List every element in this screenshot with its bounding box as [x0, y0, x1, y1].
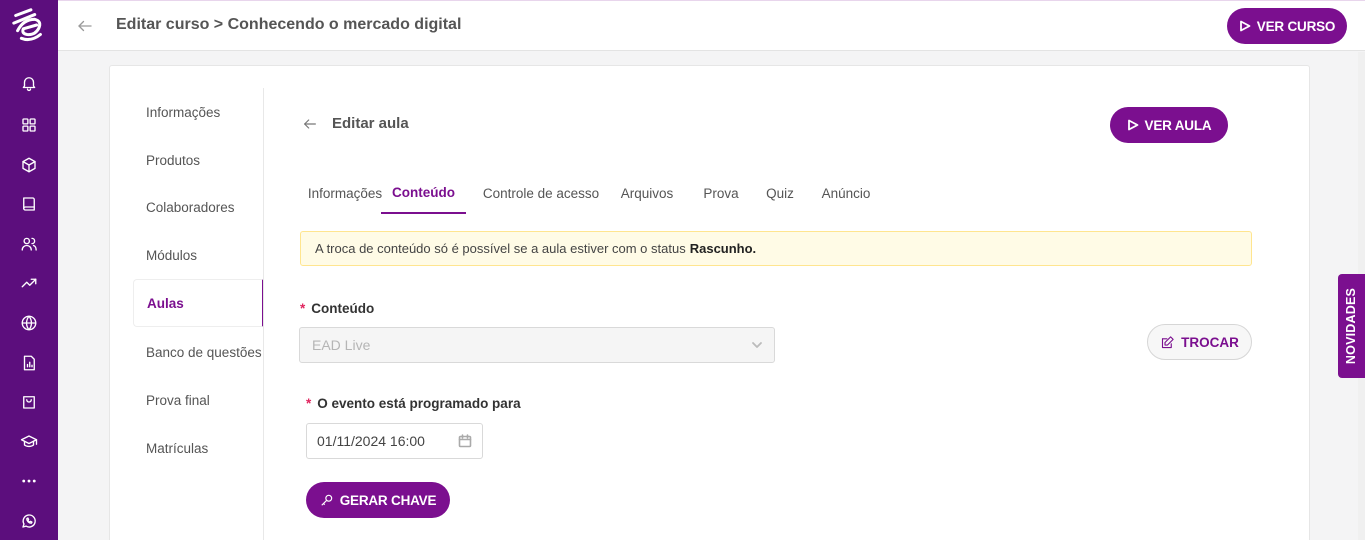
event-label: * O evento está programado para: [306, 396, 521, 411]
tab-conteudo[interactable]: Conteúdo: [381, 172, 466, 214]
whatsapp-icon[interactable]: [17, 509, 41, 533]
play-icon: [1239, 20, 1251, 32]
book-icon[interactable]: [17, 192, 41, 216]
gerar-chave-button[interactable]: GERAR CHAVE: [306, 482, 450, 518]
alert-text: A troca de conteúdo só é possível se a a…: [315, 241, 686, 256]
content-label: * Conteúdo: [300, 301, 375, 316]
shopping-bag-icon[interactable]: [17, 390, 41, 414]
globe-icon[interactable]: [17, 311, 41, 335]
ver-aula-label: VER AULA: [1144, 117, 1212, 133]
trending-up-icon[interactable]: [17, 271, 41, 295]
top-bar: Editar curso > Conhecendo o mercado digi…: [58, 0, 1365, 51]
nav-divider: [263, 88, 264, 540]
chevron-down-icon: [750, 338, 764, 352]
calendar-icon: [458, 434, 472, 448]
tab-controle-de-acesso[interactable]: Controle de acesso: [479, 172, 603, 214]
edit-icon: [1162, 335, 1174, 348]
report-icon[interactable]: [17, 351, 41, 375]
course-nav-item-informacoes[interactable]: Informações: [133, 88, 264, 136]
tab-informacoes[interactable]: Informações: [296, 172, 394, 214]
required-mark: *: [300, 301, 306, 316]
app-rail: [0, 0, 58, 540]
event-date-value: 01/11/2024 16:00: [317, 433, 425, 449]
page-title: Editar curso > Conhecendo o mercado digi…: [116, 16, 462, 33]
logo-icon[interactable]: [8, 4, 50, 46]
course-nav-item-prova-final[interactable]: Prova final: [133, 376, 264, 424]
ver-aula-button[interactable]: VER AULA: [1110, 107, 1228, 143]
tab-quiz[interactable]: Quiz: [755, 172, 805, 214]
grid-icon[interactable]: [17, 113, 41, 137]
course-nav-item-modulos[interactable]: Módulos: [133, 231, 264, 279]
edit-course-card: Informações Produtos Colaboradores Módul…: [109, 65, 1310, 540]
users-icon[interactable]: [17, 232, 41, 256]
novidades-tab[interactable]: NOVIDADES: [1338, 274, 1365, 378]
alert-status: Rascunho.: [689, 241, 757, 256]
tab-prova[interactable]: Prova: [695, 172, 747, 214]
ver-curso-label: VER CURSO: [1256, 18, 1336, 34]
trocar-button[interactable]: TROCAR: [1147, 324, 1252, 360]
course-nav-item-produtos[interactable]: Produtos: [133, 136, 264, 184]
box-icon[interactable]: [17, 153, 41, 177]
graduation-cap-icon[interactable]: [17, 430, 41, 454]
bell-icon[interactable]: [17, 71, 41, 95]
play-icon: [1127, 119, 1138, 131]
tab-anuncio[interactable]: Anúncio: [812, 172, 880, 214]
status-alert: A troca de conteúdo só é possível se a a…: [300, 231, 1252, 266]
key-icon: [321, 494, 332, 506]
lesson-title: Editar aula: [332, 115, 409, 132]
novidades-label: NOVIDADES: [1344, 287, 1359, 365]
course-nav-item-aulas[interactable]: Aulas: [133, 279, 264, 327]
event-date-input[interactable]: 01/11/2024 16:00: [306, 423, 483, 459]
back-arrow-icon[interactable]: [74, 15, 96, 37]
content-select[interactable]: EAD Live: [299, 327, 775, 363]
course-nav-item-colaboradores[interactable]: Colaboradores: [133, 183, 264, 231]
tab-arquivos[interactable]: Arquivos: [614, 172, 680, 214]
trocar-label: TROCAR: [1181, 334, 1239, 350]
content-select-value: EAD Live: [312, 337, 371, 353]
back-arrow-icon[interactable]: [302, 116, 318, 132]
course-nav-item-matriculas[interactable]: Matrículas: [133, 424, 264, 472]
required-mark: *: [306, 396, 312, 411]
ver-curso-button[interactable]: VER CURSO: [1227, 8, 1347, 44]
course-nav-item-banco-de-questoes[interactable]: Banco de questões: [133, 328, 264, 376]
gerar-chave-label: GERAR CHAVE: [339, 492, 437, 508]
lesson-header: Editar aula: [302, 115, 409, 132]
more-icon[interactable]: [17, 469, 41, 493]
